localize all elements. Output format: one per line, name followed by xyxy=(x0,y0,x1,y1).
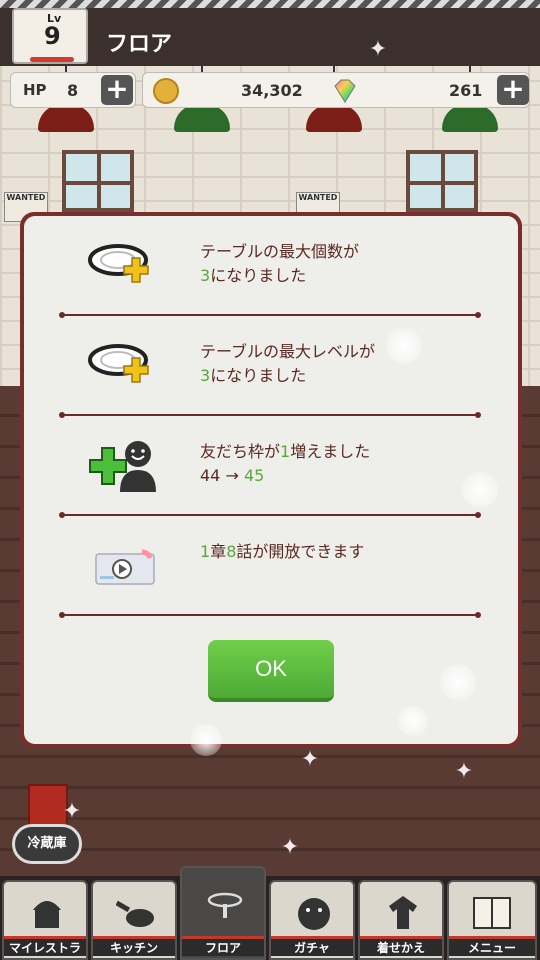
add-gems-button[interactable]: + xyxy=(497,75,529,105)
friend-slots-new: 45 xyxy=(243,466,265,485)
frying-pan-icon xyxy=(116,900,154,927)
plate-plus-icon xyxy=(88,344,149,383)
sparkle-icon: ✦ xyxy=(62,799,82,824)
sparkle-icon: ✦ xyxy=(454,759,474,784)
reward-number: 1 xyxy=(280,442,291,461)
gacha-ball-icon xyxy=(298,898,330,930)
dress-up-icon xyxy=(389,896,417,929)
reward-line1-pre: 友だち枠が xyxy=(200,442,281,461)
add-hp-button[interactable]: + xyxy=(101,75,133,105)
hp-counter: HP 8 + xyxy=(10,72,136,108)
hp-label: HP xyxy=(23,81,47,99)
arrow-symbol: → xyxy=(225,466,239,485)
chapter-label: 章 xyxy=(210,542,227,561)
wall-window xyxy=(406,150,478,212)
nav-label: ガチャ xyxy=(271,936,353,956)
nav-label: マイレストラン xyxy=(4,936,86,960)
reward-line1: テーブルの最大レベルが xyxy=(200,342,376,361)
chapter-number: 1 xyxy=(200,542,211,561)
glow-orb xyxy=(190,724,222,756)
reward-row: 友だち枠が1増えました 44 → 45 xyxy=(24,416,518,514)
top-bar: Lv 9 フロア xyxy=(0,0,540,66)
currency-bar: 34,302 261 + xyxy=(142,72,530,108)
wall-window xyxy=(62,150,134,212)
friend-slots-old: 44 xyxy=(200,466,221,485)
reward-line1: テーブルの最大個数が xyxy=(200,242,360,261)
sparkle-icon: ✦ xyxy=(368,37,388,62)
episode-number: 8 xyxy=(226,542,237,561)
screen-title: フロア xyxy=(106,32,173,57)
level-number: 9 xyxy=(44,22,61,50)
reward-line2: になりました xyxy=(210,266,307,285)
menu-book-icon xyxy=(473,897,511,929)
nav-kitchen[interactable]: キッチン xyxy=(91,880,177,960)
add-friend-icon xyxy=(89,441,156,492)
reward-text: テーブルの最大個数が 3になりました xyxy=(200,240,359,288)
plate-plus-icon xyxy=(88,244,149,283)
reward-row: テーブルの最大レベルが 3になりました xyxy=(24,316,518,414)
level-progress-bar xyxy=(30,57,74,62)
video-ticket-icon xyxy=(95,549,155,585)
reward-line1-post: 増えました xyxy=(290,442,371,461)
ok-button[interactable]: OK xyxy=(208,640,334,702)
glow-orb xyxy=(440,664,476,700)
hp-value: 8 xyxy=(67,81,79,100)
episode-label: 話が開放できます xyxy=(236,542,365,561)
glow-orb xyxy=(386,328,422,364)
glow-orb xyxy=(462,472,498,508)
bottom-nav: マイレストラン キッチン フロア ガチャ 着せかえ メニュー xyxy=(0,866,540,960)
nav-label: メニュー xyxy=(449,936,535,956)
reward-row: テーブルの最大個数が 3になりました xyxy=(24,216,518,314)
reward-row: 1章8話が開放できます xyxy=(24,516,518,614)
reward-text: 友だち枠が1増えました 44 → 45 xyxy=(200,440,370,488)
gem-value: 261 xyxy=(449,81,483,100)
nav-label: 着せかえ xyxy=(360,936,442,956)
nav-my-restaurant[interactable]: マイレストラン xyxy=(2,880,88,960)
restaurant-icon xyxy=(33,901,61,928)
glow-orb xyxy=(398,706,428,736)
nav-gacha[interactable]: ガチャ xyxy=(269,880,355,960)
reward-text: 1章8話が開放できます xyxy=(200,540,364,564)
divider xyxy=(59,612,481,618)
reward-number: 3 xyxy=(200,266,211,285)
coin-icon xyxy=(153,78,179,104)
reward-line2: になりました xyxy=(210,366,307,385)
sparkle-icon: ✦ xyxy=(280,835,300,860)
reward-text: テーブルの最大レベルが 3になりました xyxy=(200,340,375,388)
nav-dress-up[interactable]: 着せかえ xyxy=(358,880,444,960)
sparkle-icon: ✦ xyxy=(300,747,320,772)
nav-label: キッチン xyxy=(93,936,175,956)
nav-label: フロア xyxy=(182,936,264,956)
reward-dialog-panel: テーブルの最大個数が 3になりました テーブルの最大レベルが 3になりました 友… xyxy=(24,216,518,744)
nav-floor[interactable]: フロア xyxy=(180,866,266,960)
coin-value: 34,302 xyxy=(241,81,303,100)
gem-icon xyxy=(334,79,356,103)
level-badge[interactable]: Lv 9 xyxy=(12,8,88,64)
nav-menu[interactable]: メニュー xyxy=(447,880,537,960)
reward-number: 3 xyxy=(200,366,211,385)
hazard-stripe xyxy=(0,0,540,8)
fridge-button[interactable]: 冷蔵庫 xyxy=(12,824,82,864)
table-icon xyxy=(207,892,243,918)
